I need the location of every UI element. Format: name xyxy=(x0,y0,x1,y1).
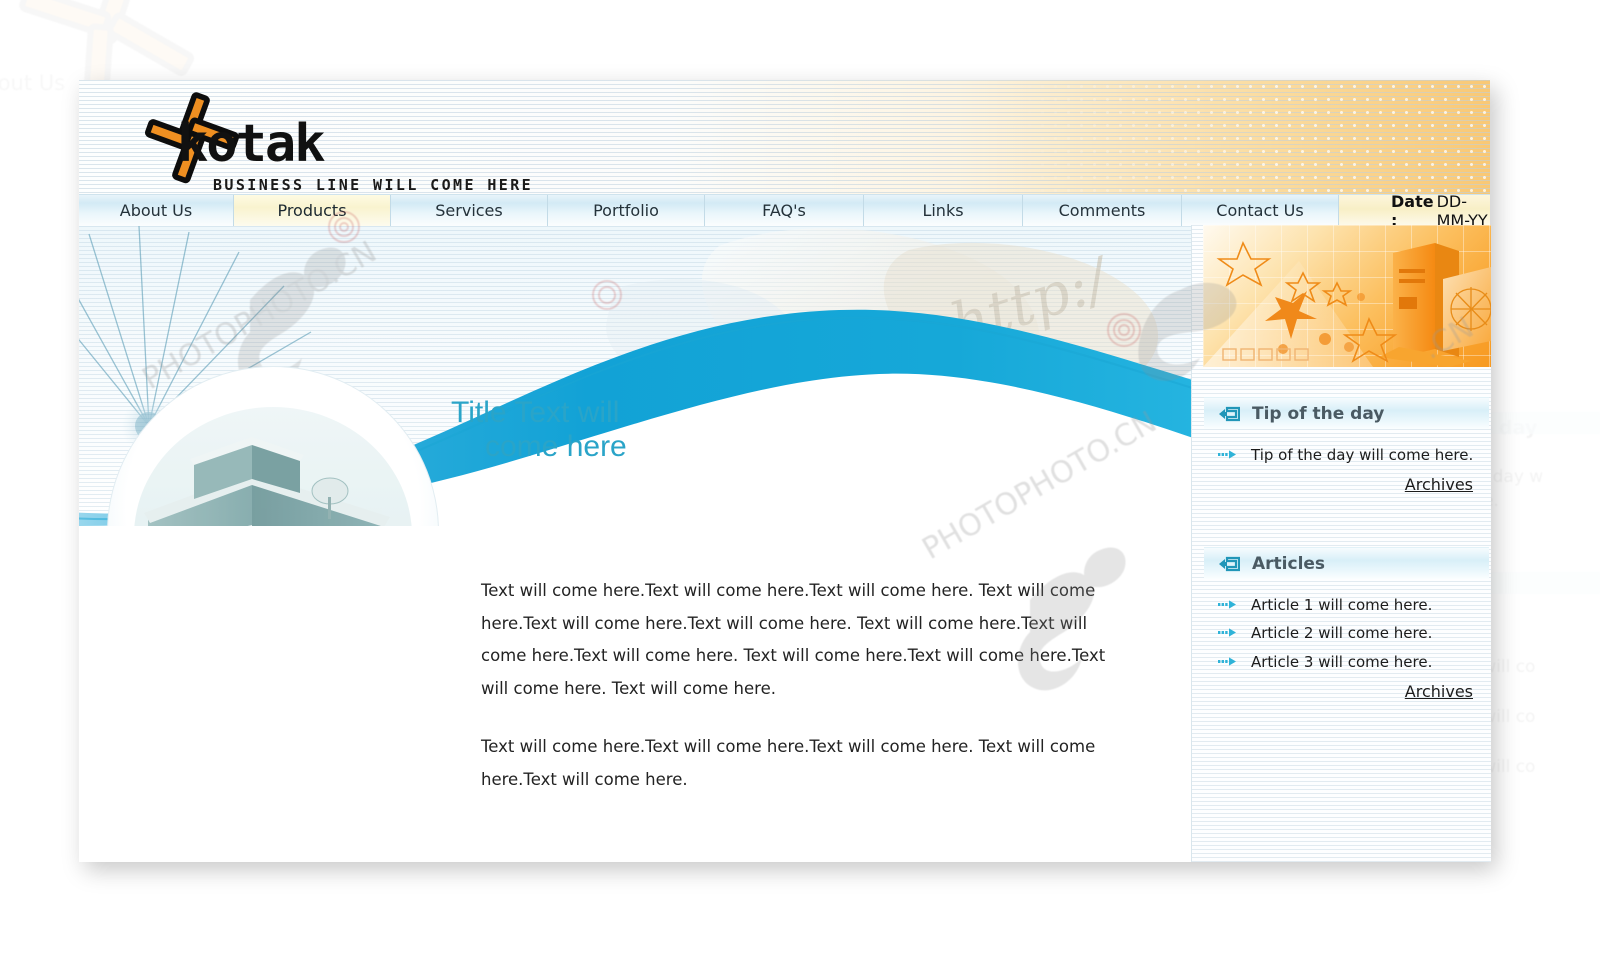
list-item-label: Article 1 will come here. xyxy=(1251,596,1433,614)
date-display: Date : DD-MM-YY xyxy=(1339,192,1490,230)
list-item[interactable]: Article 3 will come here. xyxy=(1204,652,1489,673)
list-item-label: Tip of the day will come here. xyxy=(1251,446,1474,464)
right-sidebar: Tip of the day Tip of the day will come … xyxy=(1191,225,1491,862)
brand-logo[interactable]: kotak Business Line will come here xyxy=(115,86,735,194)
nav-item-links[interactable]: Links xyxy=(864,195,1023,226)
arrow-bullet-icon xyxy=(1218,450,1236,459)
body-paragraph-1: Text will come here.Text will come here.… xyxy=(481,581,1106,698)
arrow-bullet-icon xyxy=(1218,600,1236,609)
arrow-bullet-icon xyxy=(1218,656,1236,666)
sidebar-section-tip: Tip of the day Tip of the day will come … xyxy=(1192,397,1491,494)
hero-banner: http:/ Title Text will come here xyxy=(79,226,1191,526)
nav-item-comments[interactable]: Comments xyxy=(1023,195,1182,226)
nav-item-services[interactable]: Services xyxy=(391,195,548,226)
body-paragraph-2: Text will come here.Text will come here.… xyxy=(481,737,1096,789)
brand-tagline: Business Line will come here xyxy=(213,176,534,194)
date-label: Date : xyxy=(1391,191,1434,230)
date-value: DD-MM-YY xyxy=(1436,191,1488,230)
section-body-tip: Tip of the day will come here. Archives xyxy=(1204,429,1489,494)
list-item[interactable]: Tip of the day will come here. xyxy=(1204,445,1489,466)
office-building-photo xyxy=(134,407,412,526)
hero-title-line2: come here xyxy=(485,429,627,463)
svg-text:About Us: About Us xyxy=(0,71,65,95)
hero-title-line1: Title Text will xyxy=(451,396,620,429)
page-stage: About Us he day he day w ere. 1 will co … xyxy=(0,0,1600,962)
nav-item-contact-us[interactable]: Contact Us xyxy=(1182,195,1339,226)
section-title-tip: Tip of the day xyxy=(1252,403,1385,424)
section-header-tip: Tip of the day xyxy=(1204,397,1489,429)
header-dot-pattern xyxy=(1010,80,1490,194)
main-navigation[interactable]: About Us Products Services Portfolio FAQ… xyxy=(79,192,1490,230)
arrow-into-box-icon xyxy=(1218,406,1240,422)
nav-item-faqs[interactable]: FAQ's xyxy=(705,195,864,226)
main-body-copy: Text will come here.Text will come here.… xyxy=(481,575,1121,822)
list-item-label: Article 2 will come here. xyxy=(1251,624,1433,643)
nav-item-about-us[interactable]: About Us xyxy=(79,195,234,226)
section-header-articles: Articles xyxy=(1204,547,1489,579)
tip-list: Tip of the day will come here. xyxy=(1204,429,1489,466)
brand-name: kotak xyxy=(177,114,326,174)
nav-item-products[interactable]: Products xyxy=(234,195,391,226)
section-title-articles: Articles xyxy=(1252,553,1326,574)
sidebar-section-articles: Articles Article 1 will come here. Artic… xyxy=(1192,547,1491,701)
nav-item-portfolio[interactable]: Portfolio xyxy=(548,195,705,226)
list-item-label: Article 3 will come here. xyxy=(1251,652,1433,671)
hero-title: Title Text will come here xyxy=(451,396,751,463)
list-item[interactable]: Article 1 will come here. xyxy=(1204,595,1489,616)
site-header: kotak Business Line will come here xyxy=(79,80,1490,194)
arrow-into-box-icon xyxy=(1218,556,1240,572)
orange-computer-graphic xyxy=(1203,225,1491,367)
archives-link-articles[interactable]: Archives xyxy=(1204,680,1489,701)
articles-list: Article 1 will come here. Article 2 will… xyxy=(1204,579,1489,673)
arrow-bullet-icon xyxy=(1218,628,1236,637)
website-page-panel: kotak Business Line will come here About… xyxy=(79,80,1491,862)
archives-link-tip[interactable]: Archives xyxy=(1204,473,1489,494)
list-item[interactable]: Article 2 will come here. xyxy=(1204,623,1489,644)
section-body-articles: Article 1 will come here. Article 2 will… xyxy=(1204,579,1489,701)
